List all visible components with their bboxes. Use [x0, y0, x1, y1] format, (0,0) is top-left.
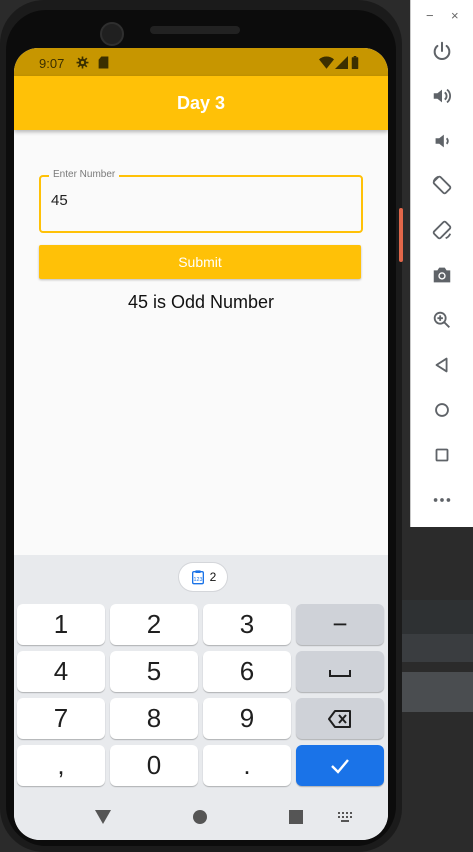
window-controls: − × — [411, 8, 473, 24]
status-time: 9:07 — [39, 56, 65, 71]
keyboard-switch-icon[interactable] — [338, 812, 352, 822]
status-bar: 9:07 — [14, 48, 388, 76]
sd-card-icon — [98, 56, 109, 74]
battery-icon — [351, 56, 359, 74]
home-circle-icon[interactable] — [193, 810, 207, 824]
key-period[interactable]: . — [203, 745, 291, 786]
key-6[interactable]: 6 — [203, 651, 291, 692]
key-7[interactable]: 7 — [17, 698, 105, 739]
submit-button[interactable]: Submit — [39, 245, 361, 279]
wifi-icon — [319, 56, 334, 74]
front-camera-icon — [100, 22, 124, 46]
numeric-keyboard: 123 2 1 2 3 − 4 5 6 7 8 9 , 0 . — [14, 555, 388, 840]
side-key[interactable] — [399, 208, 403, 262]
number-input[interactable] — [51, 192, 341, 209]
key-minus[interactable]: − — [296, 604, 384, 645]
key-8[interactable]: 8 — [110, 698, 198, 739]
close-button[interactable]: × — [451, 8, 459, 23]
minimize-button[interactable]: − — [426, 8, 434, 23]
key-4[interactable]: 4 — [17, 651, 105, 692]
back-triangle-icon[interactable] — [95, 810, 111, 824]
power-icon[interactable] — [427, 36, 457, 66]
key-2[interactable]: 2 — [110, 604, 198, 645]
rotate-left-icon[interactable] — [427, 170, 457, 200]
clipboard-icon: 123 — [191, 570, 204, 585]
number-field[interactable]: Enter Number — [39, 169, 363, 233]
volume-up-icon[interactable] — [427, 81, 457, 111]
recents-square-icon[interactable] — [289, 810, 303, 824]
phone-screen: 9:07 Day 3 Enter Number Submit — [14, 48, 388, 840]
key-0[interactable]: 0 — [110, 745, 198, 786]
space-icon — [329, 669, 351, 677]
overview-icon[interactable] — [427, 440, 457, 470]
backspace-icon — [328, 709, 351, 728]
key-space[interactable] — [296, 651, 384, 692]
back-icon[interactable] — [427, 350, 457, 380]
volume-down-icon[interactable] — [427, 126, 457, 156]
page-title: Day 3 — [176, 93, 226, 113]
key-comma[interactable]: , — [17, 745, 105, 786]
rotate-right-icon[interactable] — [427, 215, 457, 245]
key-enter[interactable] — [296, 745, 384, 786]
clipboard-count: 2 — [209, 570, 217, 584]
result-text: 45 is Odd Number — [127, 292, 275, 312]
key-5[interactable]: 5 — [110, 651, 198, 692]
earpiece — [150, 26, 240, 34]
ide-panel-strip — [398, 634, 473, 662]
home-icon[interactable] — [427, 395, 457, 425]
key-backspace[interactable] — [296, 698, 384, 739]
emulator-toolbar: − × — [410, 0, 473, 527]
more-icon[interactable] — [427, 485, 457, 515]
key-1[interactable]: 1 — [17, 604, 105, 645]
ide-panel-strip — [398, 672, 473, 712]
gear-icon — [76, 56, 89, 74]
check-icon — [331, 758, 349, 774]
camera-icon[interactable] — [427, 260, 457, 290]
ide-panel-strip — [398, 600, 473, 634]
phone-frame: 9:07 Day 3 Enter Number Submit — [0, 0, 403, 852]
system-nav-bar — [14, 807, 388, 837]
cell-signal-icon — [335, 56, 348, 74]
key-9[interactable]: 9 — [203, 698, 291, 739]
number-field-label: Enter Number — [49, 169, 120, 180]
svg-text:123: 123 — [193, 577, 202, 583]
app-bar: Day 3 — [14, 76, 388, 130]
zoom-icon[interactable] — [427, 305, 457, 335]
key-3[interactable]: 3 — [203, 604, 291, 645]
clipboard-chip[interactable]: 123 2 — [179, 563, 227, 591]
